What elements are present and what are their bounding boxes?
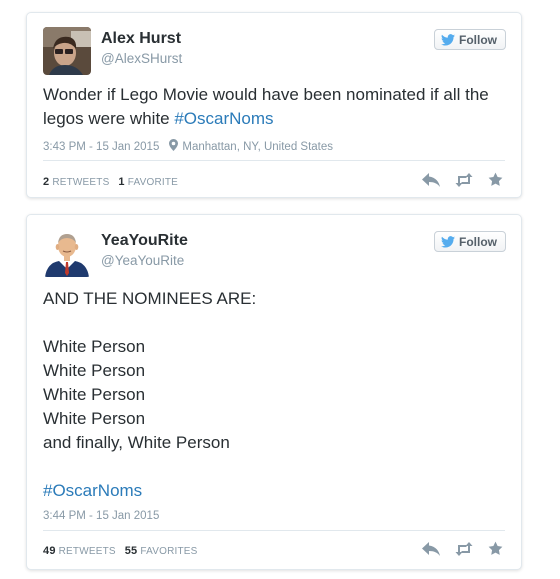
twitter-bird-icon	[441, 235, 455, 248]
follow-button[interactable]: Follow	[434, 29, 506, 50]
twitter-bird-icon	[441, 33, 455, 46]
retweet-count-label[interactable]: RETWEETS	[52, 177, 109, 188]
location-text: Manhattan, NY, United States	[182, 140, 334, 153]
reply-icon[interactable]	[422, 541, 440, 561]
tweet-text: Wonder if Lego Movie would have been nom…	[43, 83, 497, 131]
tweet-text-line: White Person	[43, 337, 146, 356]
divider	[43, 530, 505, 531]
retweet-icon[interactable]	[454, 541, 474, 561]
divider	[43, 160, 505, 161]
tweet-card: YeaYouRite @YeaYouRite Follow AND THE NO…	[26, 214, 522, 570]
star-icon[interactable]	[488, 541, 503, 561]
tweet-card: Alex Hurst @AlexSHurst Follow Wonder if …	[26, 12, 522, 198]
avatar[interactable]	[43, 229, 91, 277]
tweet-text-line: and finally, White Person	[43, 433, 230, 452]
tweet-text-line: AND THE NOMINEES ARE:	[43, 289, 257, 308]
tweet-text-line: White Person	[43, 409, 146, 428]
location[interactable]: Manhattan, NY, United States	[169, 139, 333, 154]
author-handle[interactable]: @YeaYouRite	[101, 253, 184, 268]
tweet-text-line: White Person	[43, 385, 146, 404]
tweet-text-line: White Person	[43, 361, 146, 380]
retweet-icon[interactable]	[454, 172, 474, 192]
favorite-count[interactable]: 1	[118, 176, 124, 188]
retweet-count[interactable]: 49	[43, 545, 56, 557]
tweet-actions	[422, 172, 503, 192]
timestamp[interactable]: 3:44 PM - 15 Jan 2015	[43, 510, 159, 522]
tweet-text: AND THE NOMINEES ARE: White Person White…	[43, 287, 497, 503]
tweet-text-line	[43, 311, 497, 335]
retweet-count[interactable]: 2	[43, 176, 49, 188]
tweet-meta: 3:44 PM - 15 Jan 2015	[43, 510, 159, 522]
tweet-stats: 2 RETWEETS 1 FAVORITE	[43, 176, 178, 188]
hashtag-link[interactable]: #OscarNoms	[174, 109, 273, 128]
author-name[interactable]: Alex Hurst	[101, 30, 181, 48]
tweet-actions	[422, 541, 503, 561]
location-pin-icon	[169, 139, 179, 154]
tweet-text-line	[43, 455, 497, 479]
favorite-count-label[interactable]: FAVORITES	[140, 546, 197, 557]
follow-button[interactable]: Follow	[434, 231, 506, 252]
follow-label: Follow	[459, 32, 497, 47]
avatar[interactable]	[43, 27, 91, 75]
favorite-count[interactable]: 55	[125, 545, 138, 557]
author-handle[interactable]: @AlexSHurst	[101, 51, 182, 66]
favorite-count-label[interactable]: FAVORITE	[128, 177, 178, 188]
follow-label: Follow	[459, 234, 497, 249]
tweet-stats: 49 RETWEETS 55 FAVORITES	[43, 545, 198, 557]
retweet-count-label[interactable]: RETWEETS	[59, 546, 116, 557]
tweet-meta: 3:43 PM - 15 Jan 2015 Manhattan, NY, Uni…	[43, 139, 333, 154]
star-icon[interactable]	[488, 172, 503, 192]
author-name[interactable]: YeaYouRite	[101, 232, 188, 250]
timestamp[interactable]: 3:43 PM - 15 Jan 2015	[43, 141, 159, 153]
reply-icon[interactable]	[422, 172, 440, 192]
hashtag-link[interactable]: #OscarNoms	[43, 479, 497, 503]
